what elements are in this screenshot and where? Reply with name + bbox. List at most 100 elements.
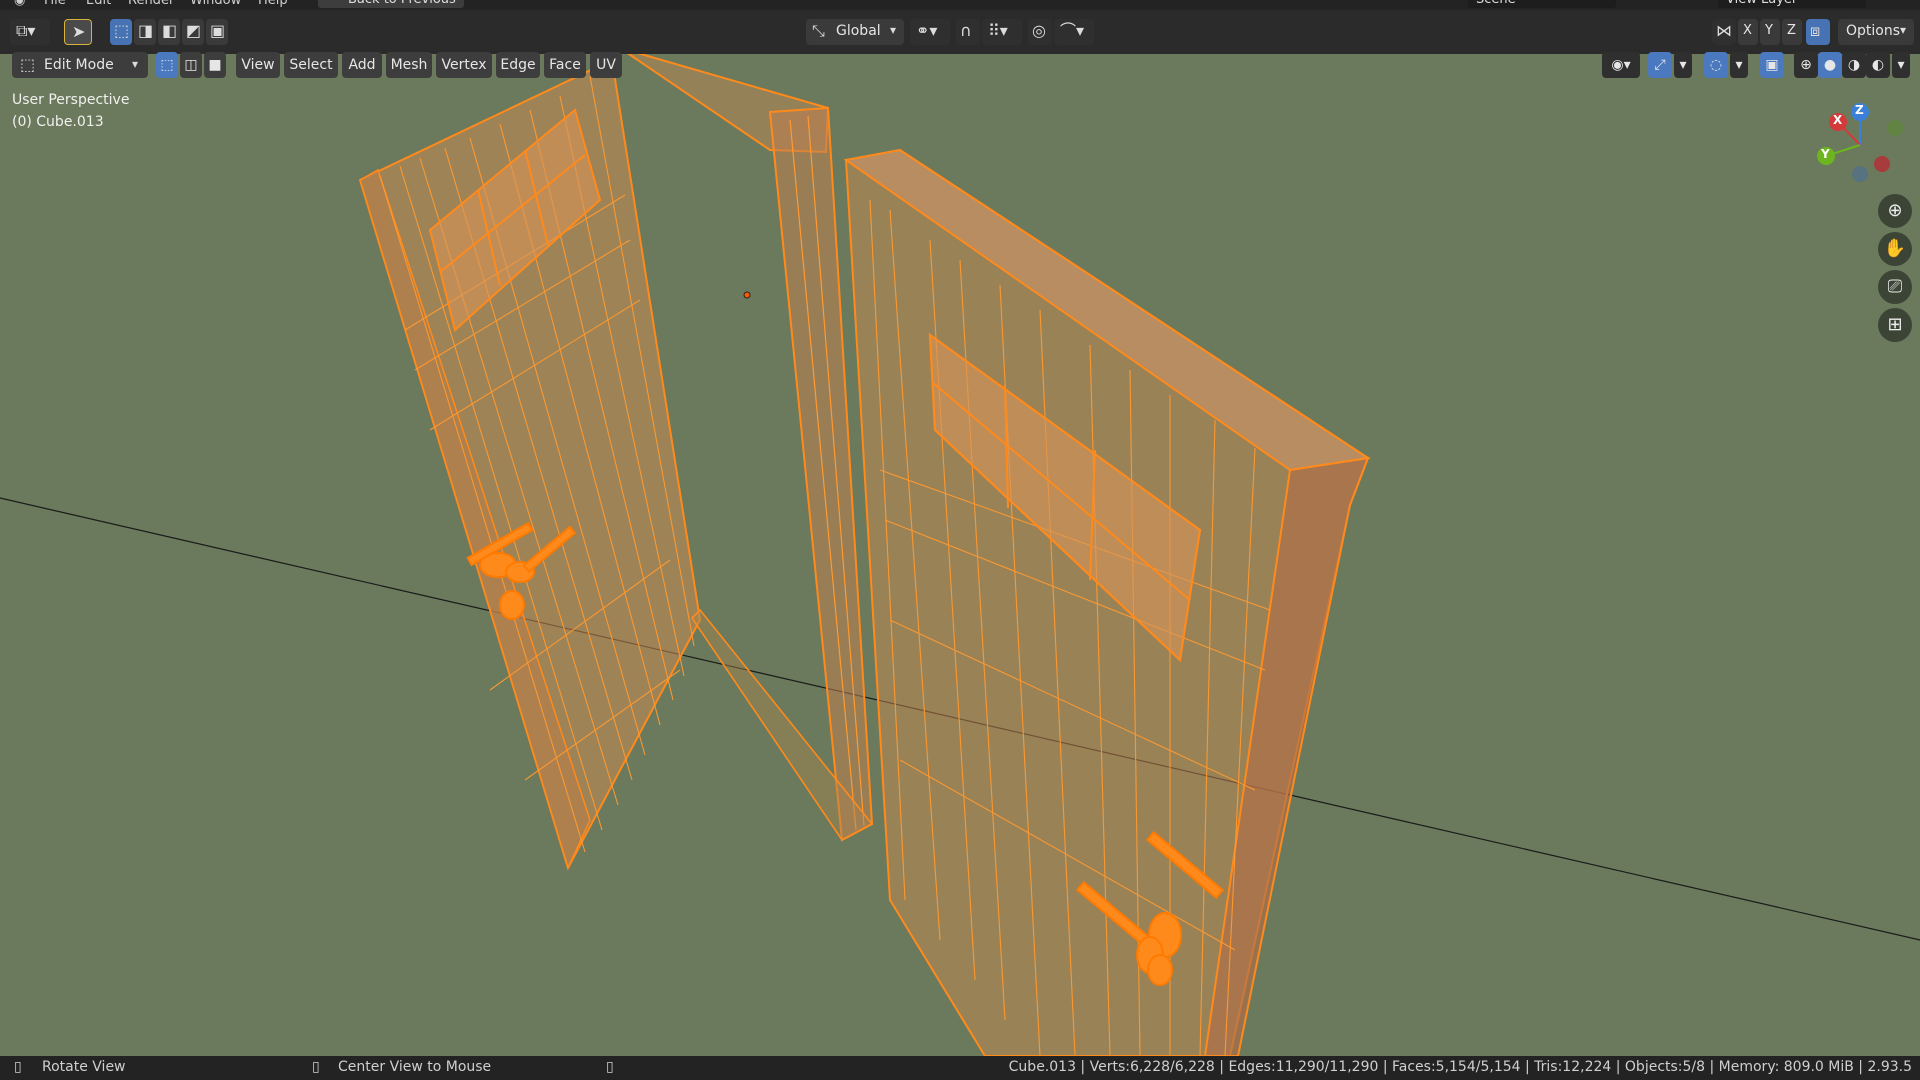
3d-cursor[interactable] [743,291,751,299]
edge-select-icon: ◫ [184,57,198,73]
rendered-sphere-icon: ◐ [1871,57,1885,73]
orientation-icon: ⤡ [812,21,825,40]
overlays-icon: ◌ [1709,57,1723,73]
status-bar: ▯ Rotate View ▯ Center View to Mouse ▯ C… [0,1056,1920,1080]
shading-rendered-button[interactable]: ◐ [1866,52,1890,78]
menu-window[interactable]: Window [190,0,241,8]
pivot-icon: ⚭▾ [916,21,938,40]
mirror-x-toggle[interactable]: X [1738,19,1758,45]
menu-mesh[interactable]: Mesh [386,52,432,78]
options-dropdown[interactable]: Options ▾ [1838,19,1914,45]
editor-type-button[interactable]: ⧉▾ [10,19,50,45]
menu-edit[interactable]: Edit [86,0,111,8]
camera-icon: ⎚ [1887,276,1903,297]
select-subtract-button[interactable]: ◧ [158,19,180,45]
blender-logo-icon[interactable]: ◉ [14,0,25,8]
visibility-dropdown[interactable]: ◉▾ [1602,52,1640,78]
shading-wireframe-button[interactable]: ⊕ [1794,52,1818,78]
shading-chevron-icon: ▾ [1897,57,1905,73]
overlays-toggle[interactable]: ◌ [1704,52,1728,78]
face-select-button[interactable]: ■ [204,52,226,78]
menu-file[interactable]: File [44,0,66,8]
mirror-z-toggle[interactable]: Z [1782,19,1802,45]
top-menu-bar: ◉ File Edit Render Window Help Back to P… [0,0,1920,10]
mirror-x-label: X [1743,23,1752,38]
perspective-label: User Perspective [12,92,130,108]
select-intersect-button[interactable]: ▣ [206,19,228,45]
shading-material-button[interactable]: ◑ [1842,52,1866,78]
shading-dropdown[interactable]: ▾ [1892,52,1910,78]
mode-label: Edit Mode [44,57,114,73]
select-new-button[interactable]: ⬚ [110,19,132,45]
menu-view[interactable]: View [236,52,280,78]
pan-button[interactable]: ✋ [1878,232,1912,266]
mirror-options-button[interactable]: ⋈ [1712,19,1736,45]
hand-icon: ✋ [1883,238,1907,259]
gizmo-dropdown[interactable]: ▾ [1674,52,1692,78]
mirror-y-label: Y [1765,23,1773,38]
view-layer-selector[interactable]: View Layer [1718,0,1866,8]
options-label: Options [1846,23,1901,39]
vertex-select-icon: ⬚ [160,57,174,73]
proportional-falloff-dropdown[interactable]: ⌒▾ [1054,19,1094,45]
select-subtract-icon: ◧ [162,21,178,40]
eye-icon: ◉▾ [1611,57,1631,73]
mirror-z-label: Z [1787,23,1796,38]
menu-vertex[interactable]: Vertex [436,52,492,78]
auto-merge-toggle[interactable]: ⧈ [1806,19,1830,45]
butterfly-icon: ⋈ [1716,21,1732,40]
xray-toggle[interactable]: ▣ [1760,52,1784,78]
zoom-button[interactable]: ⊕ [1878,194,1912,228]
menu-uv[interactable]: UV [590,52,622,78]
snap-grid-icon: ⠿▾ [988,21,1008,40]
snap-target-dropdown[interactable]: ⠿▾ [982,19,1022,45]
vertex-select-button[interactable]: ⬚ [156,52,178,78]
menu-select[interactable]: Select [284,52,338,78]
material-sphere-icon: ◑ [1847,57,1861,73]
transform-orientation-label: Global [836,23,881,39]
falloff-curve-icon: ⌒▾ [1060,21,1085,40]
status-middle-action: Center View to Mouse [338,1059,492,1075]
gizmo-toggle[interactable]: ⤢ [1648,52,1672,78]
gizmo-chevron-icon: ▾ [1679,57,1687,73]
pivot-point-dropdown[interactable]: ⚭▾ [910,19,950,45]
gizmo-icon: ⤢ [1654,57,1666,73]
mode-dropdown[interactable]: ⬚ Edit Mode ▾ [12,52,148,78]
select-extend-icon: ◨ [138,21,154,40]
xray-icon: ▣ [1765,57,1779,73]
back-to-previous-button[interactable]: Back to Previous [318,0,464,8]
select-tool-button[interactable]: ➤ [64,19,92,45]
menu-render[interactable]: Render [128,0,174,8]
menu-add[interactable]: Add [342,52,382,78]
proportional-edit-toggle[interactable]: ◎ [1028,19,1052,45]
mirror-y-toggle[interactable]: Y [1760,19,1780,45]
wireframe-sphere-icon: ⊕ [1800,57,1812,73]
menu-edge[interactable]: Edge [496,52,540,78]
select-invert-button[interactable]: ◩ [182,19,204,45]
scene-statistics: Cube.013 | Verts:6,228/6,228 | Edges:11,… [1008,1059,1912,1075]
shading-solid-button[interactable]: ● [1818,52,1842,78]
viewport-canvas[interactable] [0,0,1920,1080]
edge-select-button[interactable]: ◫ [180,52,202,78]
mode-chevron-icon: ▾ [132,57,139,71]
mouse-left-icon: ▯ [14,1059,22,1075]
menu-help[interactable]: Help [258,0,288,8]
select-box-icon: ⬚ [114,21,130,40]
perspective-toggle-button[interactable]: ⊞ [1878,308,1912,342]
overlays-dropdown[interactable]: ▾ [1730,52,1748,78]
status-left-action: Rotate View [42,1059,126,1075]
face-select-icon: ■ [208,57,222,73]
menu-face[interactable]: Face [544,52,586,78]
overlays-chevron-icon: ▾ [1735,57,1743,73]
active-object-label: (0) Cube.013 [12,114,104,130]
solid-sphere-icon: ● [1823,57,1837,73]
chevron-down-icon: ▾ [890,23,897,37]
viewport-header: ⬚ Edit Mode ▾ ⬚ ◫ ■ View Select Add Mesh… [0,48,1920,82]
scene-selector[interactable]: Scene [1468,0,1616,8]
edit-mode-icon: ⬚ [20,55,36,74]
snap-toggle[interactable]: ∩ [956,19,980,45]
transform-orientation-dropdown[interactable]: ⤡ Global ▾ [806,19,904,45]
select-extend-button[interactable]: ◨ [134,19,156,45]
camera-view-button[interactable]: ⎚ [1878,270,1912,304]
select-intersect-icon: ▣ [210,21,226,40]
